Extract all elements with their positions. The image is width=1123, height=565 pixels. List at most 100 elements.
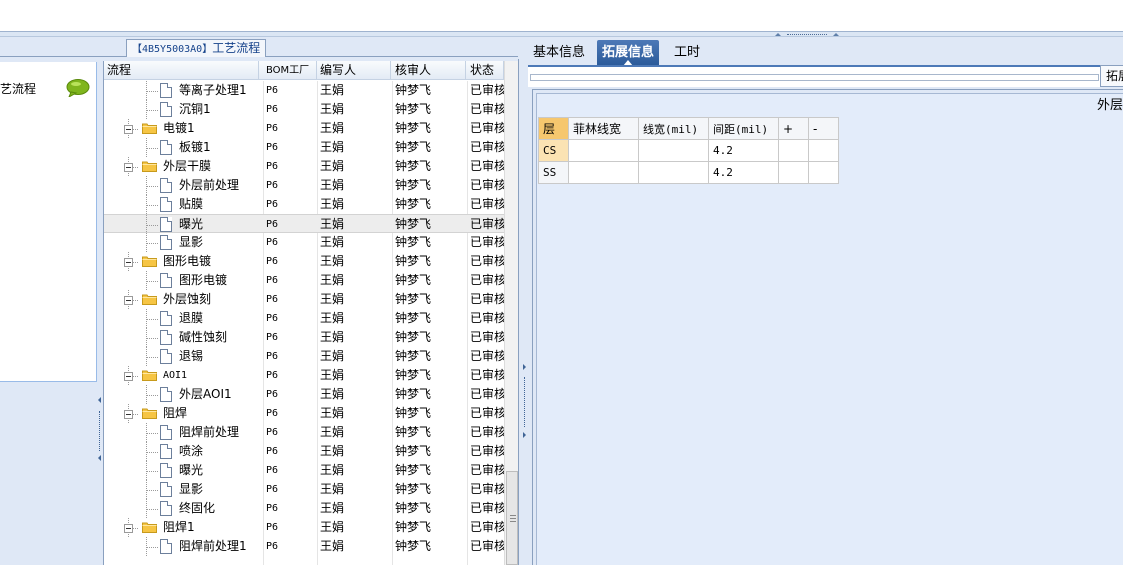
tree-step-row[interactable]: 终固化 P6 王娟 钟梦飞 已审核 [104,499,504,518]
tree-group-row[interactable]: 阻焊 P6 王娟 钟梦飞 已审核 [104,404,504,423]
column-header-writer[interactable]: 编写人 [317,61,391,80]
tab-basic-info[interactable]: 基本信息 [528,40,590,65]
document-icon [160,330,172,345]
tree-connector [146,205,158,206]
speech-bubble-icon[interactable] [66,79,90,97]
tree-step-row[interactable]: 曝光 P6 王娟 钟梦飞 已审核 [104,461,504,480]
collapse-right-icon[interactable] [523,364,526,370]
table-cell[interactable] [778,139,809,162]
tree-node-label: 显影 [179,235,204,249]
table-cell[interactable] [568,139,639,162]
layer-cell[interactable]: CS [538,139,569,162]
header-line-width[interactable]: 线宽(mil) [638,117,709,140]
tab-extended-info[interactable]: 拓展信息 [597,40,660,66]
status-cell: 已审核 [470,406,504,420]
table-cell[interactable]: 4.2 [708,161,779,184]
tree-group-row[interactable]: 外层蚀刻 P6 王娟 钟梦飞 已审核 [104,290,504,309]
tree-group-row[interactable]: 外层干膜 P6 王娟 钟梦飞 已审核 [104,157,504,176]
tree-step-row[interactable]: 退锡 P6 王娟 钟梦飞 已审核 [104,347,504,366]
tree-step-row[interactable]: 碱性蚀刻 P6 王娟 钟梦飞 已审核 [104,328,504,347]
bom-factory-cell: P6 [266,142,279,153]
table-cell[interactable] [808,139,839,162]
header-film-line-width[interactable]: 菲林线宽 [568,117,639,140]
collapse-up-icon[interactable] [833,33,839,36]
tree-step-row[interactable]: 等离子处理1 P6 王娟 钟梦飞 已审核 [104,81,504,100]
tree-step-row[interactable]: 沉铜1 P6 王娟 钟梦飞 已审核 [104,100,504,119]
table-cell[interactable] [778,161,809,184]
tree-step-row[interactable]: 图形电镀 P6 王娟 钟梦飞 已审核 [104,271,504,290]
collapse-node-icon[interactable] [124,410,133,419]
process-panel: 【4B5Y5003A0】工艺流程 工艺流程 流程 BOM工厂 编写人 核审人 状… [0,37,522,565]
table-row: CS 4.2 [538,139,839,162]
tree-step-row[interactable]: 显影 P6 王娟 钟梦飞 已审核 [104,233,504,252]
reviewer-cell: 钟梦飞 [395,102,432,116]
tree-step-row[interactable]: 外层AOI1 P6 王娟 钟梦飞 已审核 [104,385,504,404]
table-cell[interactable] [808,161,839,184]
add-column-button[interactable]: + [778,117,809,140]
tree-group-row[interactable]: 图形电镀 P6 王娟 钟梦飞 已审核 [104,252,504,271]
scrollbar-thumb[interactable] [506,471,518,565]
tree-node-label: 电镀1 [163,121,195,135]
document-icon [160,539,172,554]
bom-factory-cell: P6 [266,408,279,419]
column-header-bom-factory[interactable]: BOM工厂 [263,61,317,80]
collapse-node-icon[interactable] [124,296,133,305]
collapse-left-icon[interactable] [98,397,101,403]
tree-group-row[interactable]: 阻焊1 P6 王娟 钟梦飞 已审核 [104,518,504,537]
status-cell: 已审核 [470,387,504,401]
reviewer-cell: 钟梦飞 [395,273,432,287]
table-cell[interactable] [638,139,709,162]
column-header-status[interactable]: 状态 [467,61,504,80]
table-cell[interactable]: 4.2 [708,139,779,162]
table-cell[interactable] [568,161,639,184]
collapse-node-icon[interactable] [124,125,133,134]
reviewer-cell: 钟梦飞 [395,368,432,382]
tree-connector [146,452,158,453]
tree-connector [146,243,158,244]
table-cell[interactable] [638,161,709,184]
tree-step-row[interactable]: 外层前处理 P6 王娟 钟梦飞 已审核 [104,176,504,195]
tree-connector [146,433,158,434]
reviewer-cell: 钟梦飞 [395,482,432,496]
folder-icon [142,255,157,267]
expand-button[interactable]: 拓展 [1100,65,1123,87]
tree-node-label: 退膜 [179,311,204,325]
tree-step-row[interactable]: 阻焊前处理 P6 王娟 钟梦飞 已审核 [104,423,504,442]
header-spacing[interactable]: 间距(mil) [708,117,779,140]
collapse-node-icon[interactable] [124,163,133,172]
folder-icon [142,122,157,134]
tree-step-row[interactable]: 阻焊前处理1 P6 王娟 钟梦飞 已审核 [104,537,504,556]
collapse-node-icon[interactable] [124,372,133,381]
remove-column-button[interactable]: - [808,117,839,140]
panel-title-code: 【4B5Y5003A0】 [132,44,213,55]
content-inner: 外层干 层 菲林线宽 线宽(mil) 间距(mil) + - CS 4.2 [536,93,1123,565]
tree-connector [146,338,158,339]
splitter-grip [524,377,525,427]
header-layer[interactable]: 层 [538,117,569,140]
tree-group-row[interactable]: AOI1 P6 王娟 钟梦飞 已审核 [104,366,504,385]
tree-step-row[interactable]: 喷涂 P6 王娟 钟梦飞 已审核 [104,442,504,461]
panel-title: 【4B5Y5003A0】工艺流程 [126,39,267,57]
tree-step-row[interactable]: 曝光 P6 王娟 钟梦飞 已审核 [104,214,504,234]
top-blank-area [0,0,1123,32]
tree-step-row[interactable]: 板镀1 P6 王娟 钟梦飞 已审核 [104,138,504,157]
tree-node-label: 阻焊 [163,406,188,420]
collapse-up-icon[interactable] [775,33,781,36]
writer-cell: 王娟 [320,273,345,287]
reviewer-cell: 钟梦飞 [395,197,432,211]
collapse-node-icon[interactable] [124,524,133,533]
layer-cell[interactable]: SS [538,161,569,184]
tree-step-row[interactable]: 显影 P6 王娟 钟梦飞 已审核 [104,480,504,499]
tree-step-row[interactable]: 退膜 P6 王娟 钟梦飞 已审核 [104,309,504,328]
collapse-right-icon[interactable] [523,432,526,438]
grid-scrollbar[interactable] [504,61,518,565]
tree-step-row[interactable]: 贴膜 P6 王娟 钟梦飞 已审核 [104,195,504,214]
reviewer-cell: 钟梦飞 [395,520,432,534]
collapse-left-icon[interactable] [98,455,101,461]
column-header-process[interactable]: 流程 [104,61,259,80]
tab-work-hours[interactable]: 工时 [669,40,705,65]
tree-group-row[interactable]: 电镀1 P6 王娟 钟梦飞 已审核 [104,119,504,138]
column-header-reviewer[interactable]: 核审人 [392,61,466,80]
collapse-node-icon[interactable] [124,258,133,267]
bom-factory-cell: P6 [266,351,279,362]
